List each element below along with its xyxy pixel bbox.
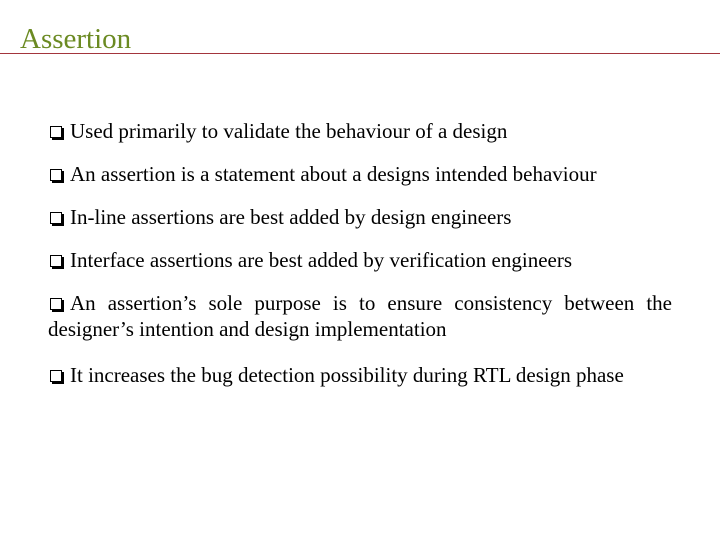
bullet-text: An assertion is a statement about a desi… [70, 162, 597, 186]
bullet-item: In-line assertions are best added by des… [48, 204, 672, 230]
bullet-text: An assertion’s sole purpose is to ensure… [48, 291, 672, 341]
bullet-text: In-line assertions are best added by des… [70, 205, 512, 229]
bullet-item: Interface assertions are best added by v… [48, 247, 672, 273]
checkbox-square-icon [50, 298, 62, 310]
bullet-item: An assertion’s sole purpose is to ensure… [48, 290, 672, 342]
checkbox-square-icon [50, 212, 62, 224]
checkbox-square-icon [50, 169, 62, 181]
checkbox-square-icon [50, 370, 62, 382]
bullet-list: Used primarily to validate the behaviour… [48, 118, 672, 405]
checkbox-square-icon [50, 126, 62, 138]
bullet-text: It increases the bug detection possibili… [70, 363, 624, 387]
bullet-item: Used primarily to validate the behaviour… [48, 118, 672, 144]
title-divider [0, 53, 720, 54]
checkbox-square-icon [50, 255, 62, 267]
bullet-item: It increases the bug detection possibili… [48, 362, 672, 388]
slide-title: Assertion [20, 23, 132, 55]
bullet-text: Interface assertions are best added by v… [70, 248, 573, 272]
bullet-text: Used primarily to validate the behaviour… [70, 119, 508, 143]
bullet-item: An assertion is a statement about a desi… [48, 161, 672, 187]
